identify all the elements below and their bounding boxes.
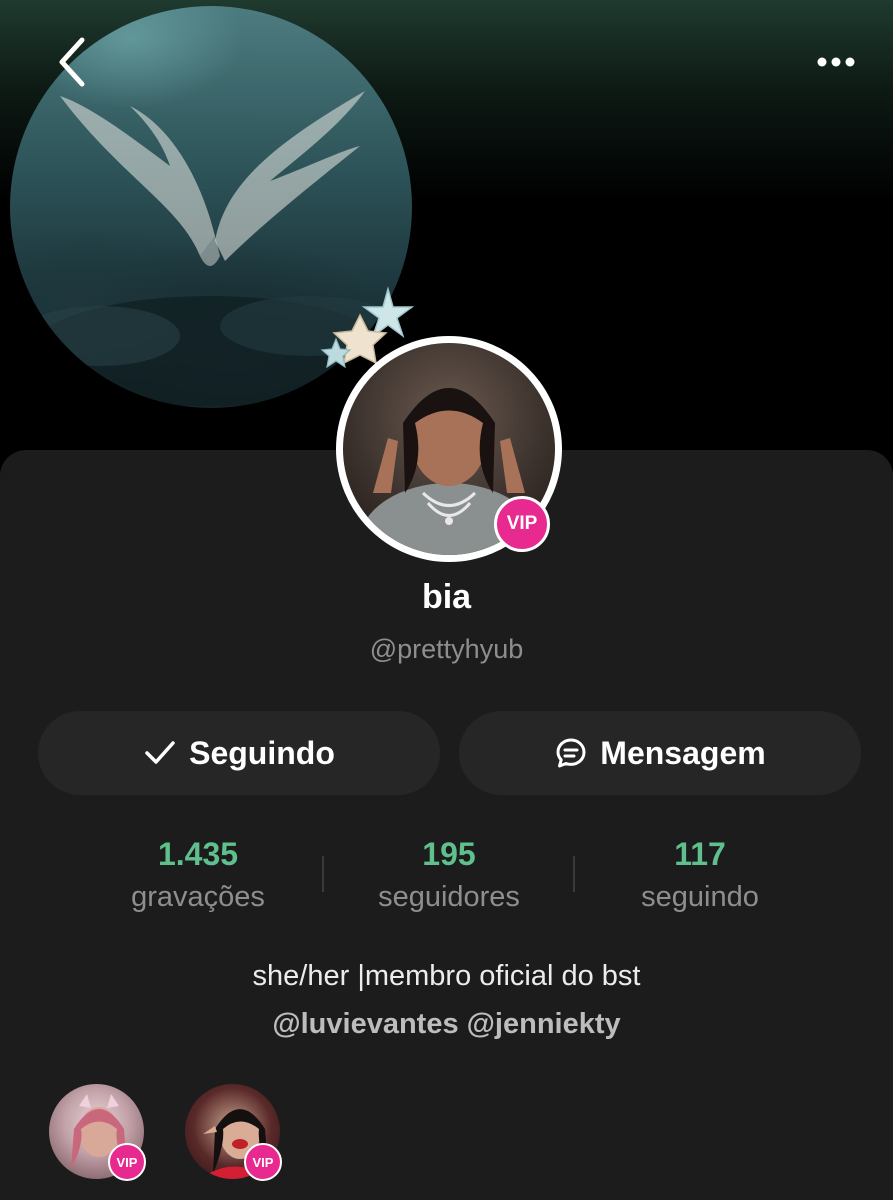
mention-link[interactable]: @jenniekty: [467, 1008, 621, 1040]
check-icon: [145, 741, 175, 764]
stat-recordings-value: 1.435: [157, 836, 239, 872]
stat-recordings-label: gravações: [131, 881, 265, 913]
stat-followers-value: 195: [422, 836, 476, 872]
display-name: bia: [421, 578, 472, 616]
vip-badge: VIP: [244, 1143, 282, 1181]
vip-badge: VIP: [108, 1143, 146, 1181]
username-handle: @prettyhyub: [369, 634, 524, 664]
profile-panel: [0, 450, 893, 1200]
stat-following[interactable]: 117 seguindo: [575, 836, 825, 914]
stat-followers-label: seguidores: [378, 881, 520, 913]
stat-following-label: seguindo: [641, 881, 759, 913]
following-button[interactable]: Seguindo: [38, 711, 440, 795]
chevron-left-icon: [59, 37, 85, 87]
message-button-label: Mensagem: [600, 734, 766, 771]
more-options-button[interactable]: [809, 38, 863, 86]
bio-text: she/her |membro oficial do bst: [252, 960, 641, 992]
stat-followers[interactable]: 195 seguidores: [324, 836, 574, 914]
stat-following-value: 117: [674, 836, 726, 872]
stat-recordings[interactable]: 1.435 gravações: [73, 836, 323, 914]
vip-badge: VIP: [494, 496, 550, 552]
bio-mentions: @luvievantes @jenniekty: [0, 1008, 893, 1041]
mention-link[interactable]: @luvievantes: [272, 1008, 458, 1040]
back-button[interactable]: [40, 30, 104, 94]
chat-bubble-icon: [556, 738, 586, 768]
message-button[interactable]: Mensagem: [459, 711, 861, 795]
more-horizontal-icon: [817, 57, 855, 67]
following-button-label: Seguindo: [189, 734, 335, 771]
